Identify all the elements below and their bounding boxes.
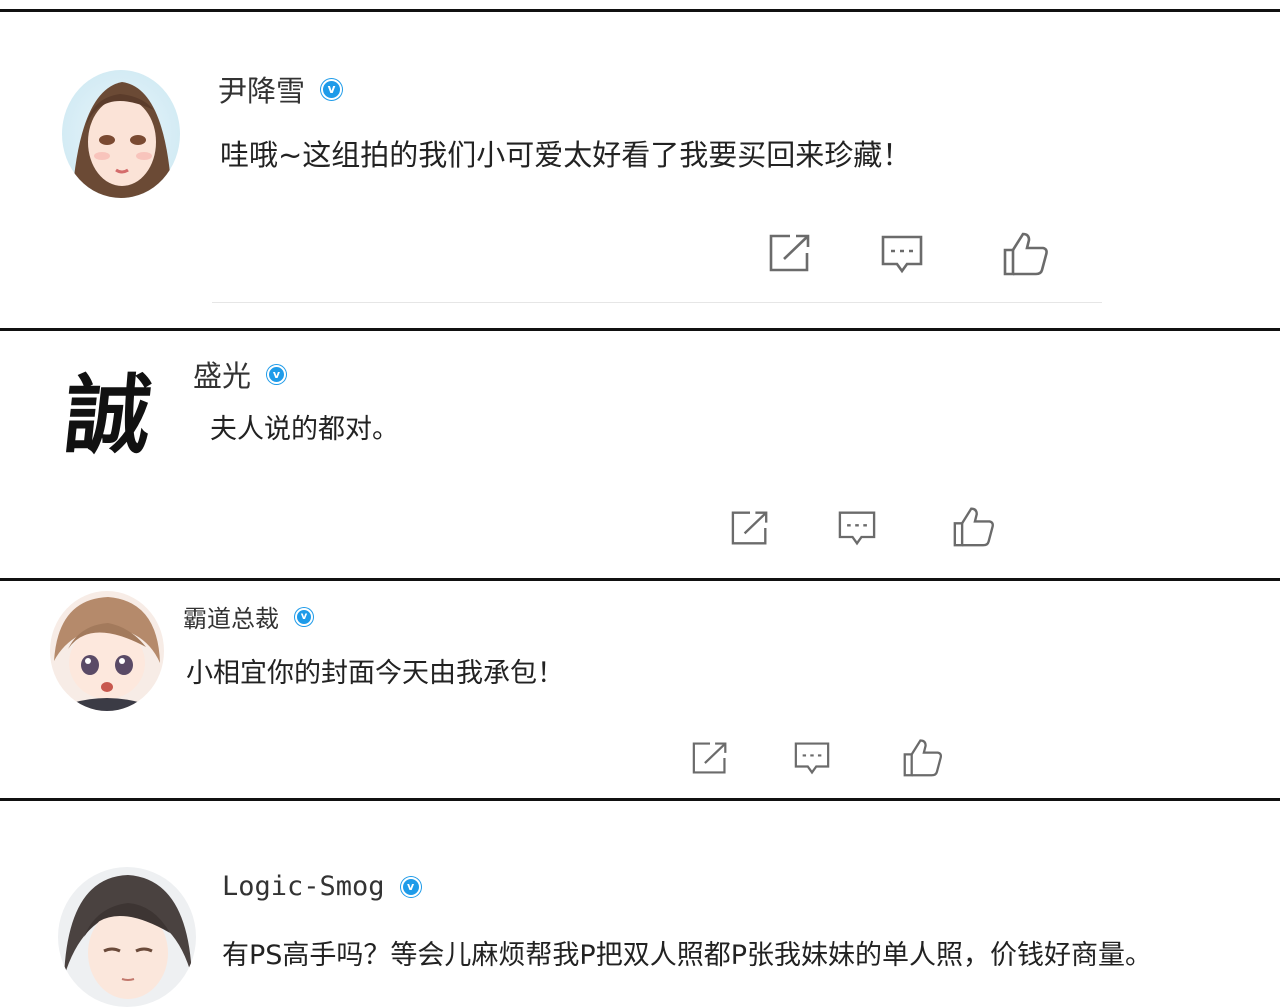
avatar[interactable]: 誠 [48, 355, 170, 460]
comment-text: 有PS高手吗？等会儿麻烦帮我P把双人照都P张我妹妹的单人照，价钱好商量。 [222, 940, 1152, 971]
comment-button[interactable] [837, 510, 877, 546]
username-label: 尹降雪 [218, 74, 306, 108]
divider [212, 302, 1102, 303]
username[interactable]: Logic-Smog v [222, 871, 421, 902]
share-button[interactable] [730, 510, 770, 546]
calligraphy-logo: 誠 [59, 364, 157, 460]
share-icon [769, 234, 810, 272]
comment-button[interactable] [880, 234, 924, 274]
username[interactable]: 尹降雪 v [218, 68, 343, 110]
share-icon [731, 511, 768, 545]
username[interactable]: 霸道总裁 v [183, 599, 313, 634]
comment-button[interactable] [793, 741, 831, 775]
share-button[interactable] [768, 233, 812, 273]
comment-text: 哇哦~这组拍的我们小可爱太好看了我要买回来珍藏！ [220, 138, 912, 172]
verified-icon: v [267, 364, 287, 384]
thumbs-up-icon [953, 507, 994, 547]
username-label: 霸道总裁 [183, 605, 279, 633]
verified-icon: v [321, 78, 343, 100]
share-button[interactable] [691, 741, 729, 775]
comment-icon [794, 742, 830, 775]
like-button[interactable] [1002, 230, 1050, 276]
verified-icon: v [295, 607, 313, 626]
like-button[interactable] [952, 505, 996, 547]
thumbs-up-icon [903, 739, 943, 777]
comment-text: 小相宜你的封面今天由我承包！ [186, 658, 564, 689]
comment-icon [838, 511, 876, 546]
username[interactable]: 盛光 v [193, 353, 287, 395]
username-label: Logic-Smog [222, 871, 385, 902]
share-icon [692, 742, 727, 774]
avatar[interactable] [50, 591, 164, 711]
comment-card-3: 霸道总裁 v 小相宜你的封面今天由我承包！ [0, 578, 1280, 803]
comment-text: 夫人说的都对。 [210, 414, 399, 445]
thumbs-up-icon [1003, 232, 1048, 276]
comment-icon [881, 235, 923, 274]
comment-card-2: 誠 盛光 v 夫人说的都对。 [0, 328, 1280, 581]
comment-card-4: Logic-Smog v 有PS高手吗？等会儿麻烦帮我P把双人照都P张我妹妹的单… [0, 798, 1280, 1007]
verified-icon: v [400, 876, 421, 897]
avatar[interactable] [62, 70, 180, 198]
username-label: 盛光 [193, 359, 252, 393]
comment-card-1: 尹降雪 v 哇哦~这组拍的我们小可爱太好看了我要买回来珍藏！ [0, 9, 1280, 331]
avatar[interactable] [58, 867, 196, 1007]
like-button[interactable] [902, 737, 944, 777]
